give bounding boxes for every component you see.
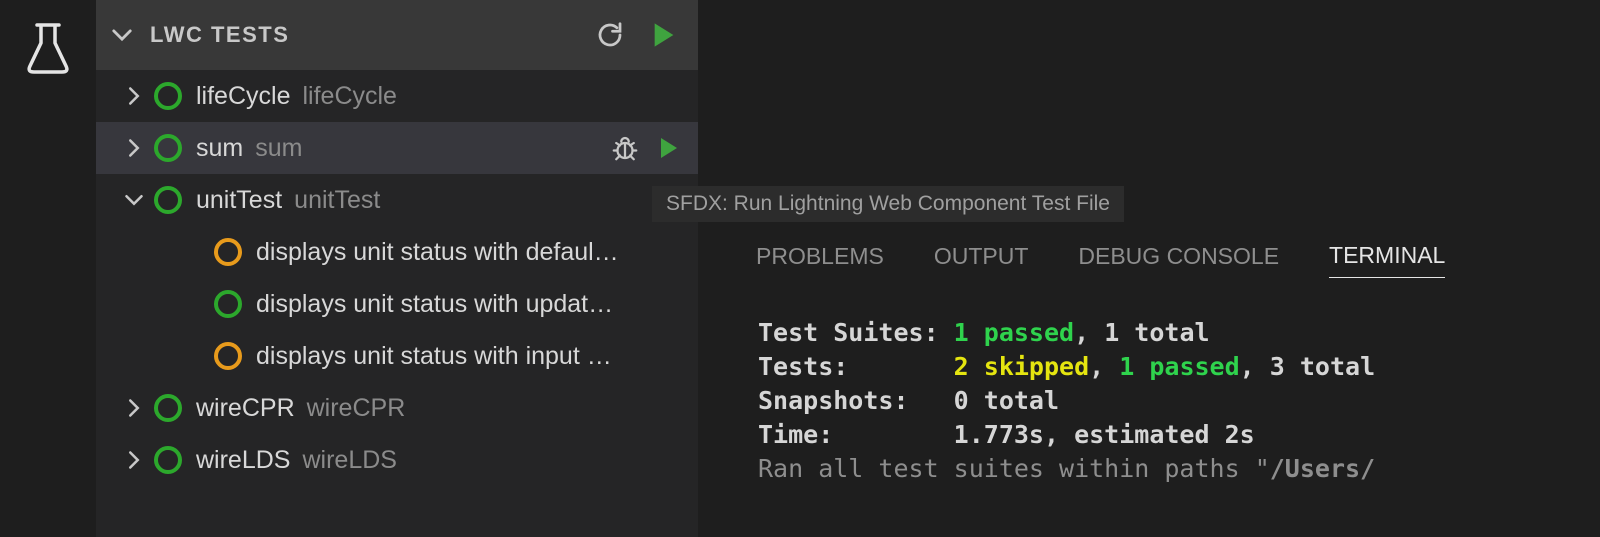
chevron-right-icon[interactable] (120, 398, 148, 418)
bottom-panel: PROBLEMS OUTPUT DEBUG CONSOLE TERMINAL Test… (698, 232, 1600, 537)
status-pass-icon (154, 134, 182, 162)
tree-item-label: lifeCycle (196, 82, 290, 111)
status-pend-icon (214, 342, 242, 370)
editor-area: SFDX: Run Lightning Web Component Test F… (698, 0, 1600, 537)
status-pass-icon (154, 446, 182, 474)
tree-row[interactable]: displays unit status with updat… (96, 278, 698, 330)
status-pass-icon (214, 290, 242, 318)
panel-tabs: PROBLEMS OUTPUT DEBUG CONSOLE TERMINAL (698, 232, 1590, 288)
tree-item-label: unitTest (196, 186, 282, 215)
chevron-down-icon[interactable] (108, 24, 136, 46)
tree-item-desc: wireCPR (307, 394, 406, 423)
tree-item-label: wireCPR (196, 394, 295, 423)
tree-item-desc: sum (255, 134, 302, 163)
status-pass-icon (154, 82, 182, 110)
tree-row[interactable]: unitTest unitTest (96, 174, 698, 226)
tab-output[interactable]: OUTPUT (934, 243, 1029, 278)
tree-row[interactable]: wireCPR wireCPR (96, 382, 698, 434)
chevron-right-icon[interactable] (120, 138, 148, 158)
refresh-icon[interactable] (590, 15, 630, 55)
tree-row[interactable]: lifeCycle lifeCycle (96, 70, 698, 122)
status-pass-icon (154, 186, 182, 214)
tree-item-label: wireLDS (196, 446, 290, 475)
chevron-down-icon[interactable] (120, 190, 148, 210)
tree-row[interactable]: displays unit status with defaul… (96, 226, 698, 278)
section-title: LWC TESTS (150, 22, 289, 48)
tree-row[interactable]: wireLDS wireLDS (96, 434, 698, 486)
test-sidebar: LWC TESTS lifeCyclelifeCyclesumsumunitTe… (96, 0, 698, 537)
tree-row[interactable]: sumsum (96, 122, 698, 174)
play-icon[interactable] (650, 129, 688, 167)
activity-bar (0, 0, 96, 537)
tab-terminal[interactable]: TERMINAL (1329, 242, 1445, 278)
beaker-icon[interactable] (23, 20, 73, 75)
status-pass-icon (154, 394, 182, 422)
terminal-output[interactable]: Test Suites: 1 passed, 1 total Tests: 2 … (698, 288, 1590, 486)
tab-debug-console[interactable]: DEBUG CONSOLE (1078, 243, 1279, 278)
tree-item-desc: unitTest (294, 186, 380, 215)
debug-icon[interactable] (606, 129, 644, 167)
section-header[interactable]: LWC TESTS (96, 0, 698, 70)
tab-problems[interactable]: PROBLEMS (756, 243, 884, 278)
tree-item-label: displays unit status with updat… (256, 290, 613, 319)
tree-item-desc: lifeCycle (302, 82, 396, 111)
chevron-right-icon[interactable] (120, 86, 148, 106)
tooltip: SFDX: Run Lightning Web Component Test F… (652, 186, 1124, 222)
tree-item-label: displays unit status with defaul… (256, 238, 619, 267)
play-icon[interactable] (644, 15, 684, 55)
tree-item-desc: wireLDS (302, 446, 396, 475)
tree-row[interactable]: displays unit status with input … (96, 330, 698, 382)
tree-item-label: displays unit status with input … (256, 342, 612, 371)
tree-item-label: sum (196, 134, 243, 163)
status-pend-icon (214, 238, 242, 266)
test-tree: lifeCyclelifeCyclesumsumunitTestunitTest… (96, 70, 698, 537)
chevron-right-icon[interactable] (120, 450, 148, 470)
